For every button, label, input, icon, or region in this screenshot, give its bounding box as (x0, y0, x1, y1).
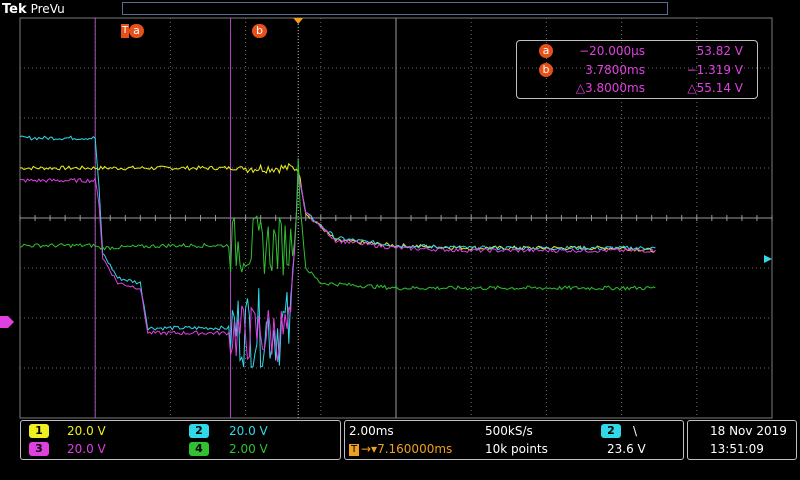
cursor-delta-row: △3.8000ms △55.14 V (517, 80, 757, 96)
timebase-trigger-panel[interactable]: 2.00ms 500kS/s T →▾7.160000ms 10k points… (344, 420, 684, 460)
cursor-a-time: −20.000µs (579, 44, 645, 58)
trigger-position-icon: T (349, 444, 359, 456)
waveform-channel-2 (19, 135, 656, 369)
channel-2-badge[interactable]: 2 (189, 424, 209, 438)
cursor-a-row: a −20.000µs 53.82 V (517, 43, 757, 59)
record-length: 10k points (485, 442, 548, 456)
cursor-a-tag[interactable]: a (129, 24, 144, 38)
channel-scale-panel[interactable]: 1 20.0 V 3 20.0 V 2 20.0 V 4 2.00 V (20, 420, 341, 460)
cursor-delta-value: △55.14 V (687, 81, 743, 95)
clock-panel: 18 Nov 2019 13:51:09 (687, 420, 797, 460)
channel-1-scale[interactable]: 20.0 V (67, 423, 106, 439)
cursor-b-tag-label: b (256, 24, 263, 37)
time-label: 13:51:09 (710, 442, 764, 456)
cursor-readout-panel: a −20.000µs 53.82 V b 3.7800ms −1.319 V … (516, 40, 758, 99)
horizontal-position[interactable]: →▾7.160000ms (361, 441, 452, 457)
channel-2-scale[interactable]: 20.0 V (229, 423, 268, 439)
trigger-position-icon-label: T (350, 444, 358, 455)
cursor-b-value: −1.319 V (686, 63, 743, 77)
cursor-a-badge: a (539, 44, 553, 58)
cursor-b-badge: b (539, 63, 553, 77)
channel-4-scale[interactable]: 2.00 V (229, 441, 268, 457)
channel-3-ground-marker (0, 316, 14, 328)
sample-rate: 500kS/s (485, 424, 533, 438)
waveform-channel-4 (19, 158, 656, 291)
channel-1-badge[interactable]: 1 (29, 424, 49, 438)
cursor-b-time: 3.7800ms (585, 63, 645, 77)
trigger-slope-icon[interactable]: \ (633, 423, 637, 439)
channel-3-badge[interactable]: 3 (29, 442, 49, 456)
cursor-a-tag-label: a (133, 24, 140, 37)
trigger-time-marker[interactable]: T (121, 24, 129, 38)
trigger-position-arrow (293, 18, 304, 24)
channel-4-badge[interactable]: 4 (189, 442, 209, 456)
horizontal-scale[interactable]: 2.00ms (349, 423, 394, 439)
trigger-level[interactable]: 23.6 V (607, 441, 646, 457)
cursor-delta-time: △3.8000ms (575, 81, 645, 95)
cursor-b-tag[interactable]: b (252, 24, 267, 38)
cursor-a-value: 53.82 V (696, 44, 743, 58)
date-label: 18 Nov 2019 (710, 424, 787, 438)
trigger-source-badge[interactable]: 2 (601, 424, 621, 438)
trigger-time-marker-label: T (121, 25, 129, 36)
cursor-b-row: b 3.7800ms −1.319 V (517, 62, 757, 78)
channel-3-scale[interactable]: 20.0 V (67, 441, 106, 457)
trigger-level-marker (764, 255, 772, 263)
